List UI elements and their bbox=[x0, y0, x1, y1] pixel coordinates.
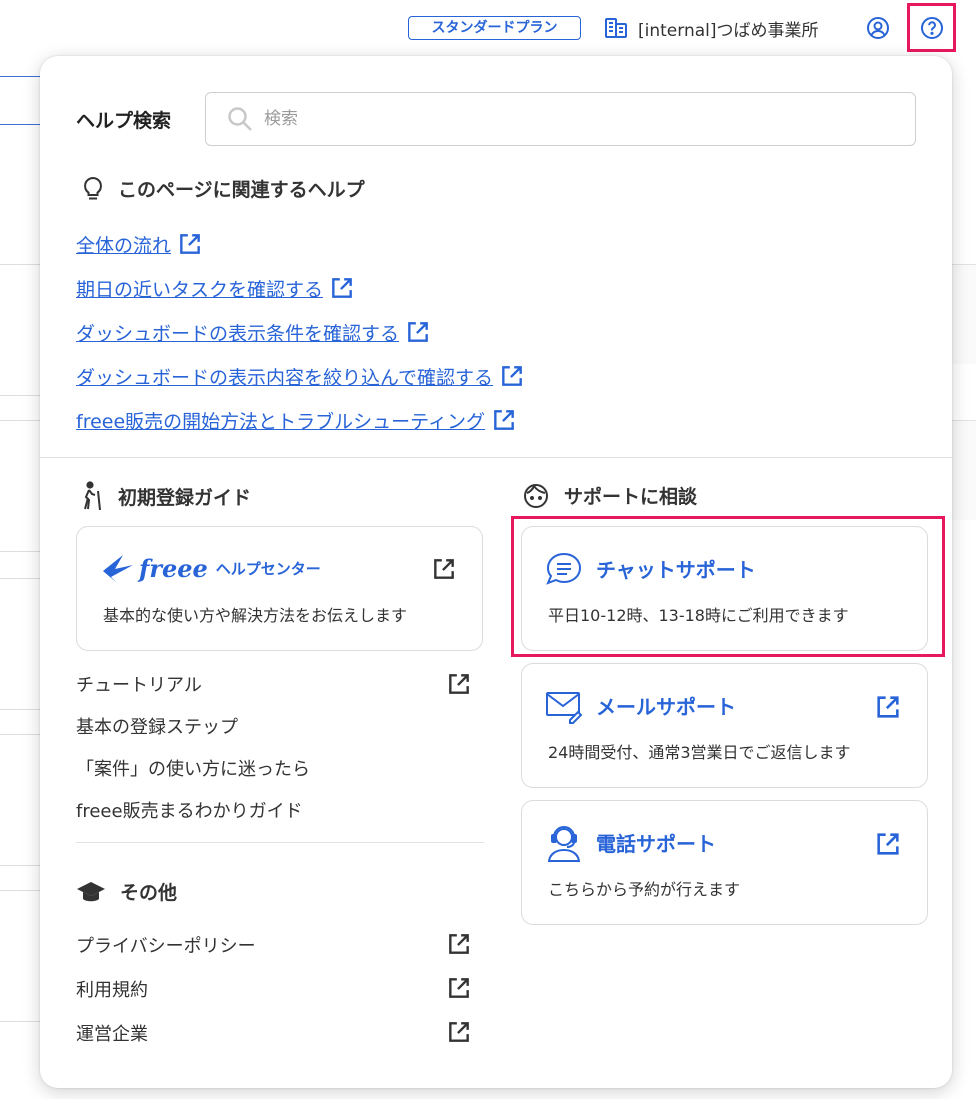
related-link[interactable]: freee販売の開始方法とトラブルシューティング bbox=[76, 407, 485, 434]
phone-support-title: 電話サポート bbox=[596, 832, 716, 856]
other-item-label: プライバシーポリシー bbox=[76, 936, 256, 957]
background-card bbox=[0, 890, 44, 1022]
mail-support-title: メールサポート bbox=[596, 695, 736, 719]
mail-pen-icon bbox=[546, 692, 583, 724]
related-link-item[interactable]: ダッシュボードの表示条件を確認する bbox=[76, 310, 525, 354]
guide-item-label: チュートリアル bbox=[76, 675, 202, 696]
plan-badge: スタンダードプラン bbox=[408, 16, 581, 40]
related-help-heading: このページに関連するヘルプ bbox=[82, 175, 365, 202]
external-link-icon bbox=[449, 1022, 469, 1042]
search-icon bbox=[228, 107, 252, 131]
related-link[interactable]: ダッシュボードの表示内容を絞り込んで確認する bbox=[76, 363, 493, 390]
chat-support-card[interactable]: チャットサポート 平日10-12時、13-18時にご利用できます bbox=[521, 526, 928, 651]
related-link-item[interactable]: 全体の流れ bbox=[76, 222, 525, 266]
related-link[interactable]: 全体の流れ bbox=[76, 231, 171, 258]
help-search-row: ヘルプ検索 bbox=[76, 92, 916, 146]
related-link[interactable]: ダッシュボードの表示条件を確認する bbox=[76, 319, 399, 346]
help-popover: ヘルプ検索 このページに関連するヘルプ 全体の流れ 期日の近いタスクを確認する … bbox=[40, 56, 952, 1088]
related-link-item[interactable]: ダッシュボードの表示内容を絞り込んで確認する bbox=[76, 354, 525, 398]
external-link-icon bbox=[434, 559, 454, 579]
guide-item-label: freee販売まるわかりガイド bbox=[76, 801, 303, 822]
related-link-item[interactable]: 期日の近いタスクを確認する bbox=[76, 266, 525, 310]
external-link-icon bbox=[494, 410, 514, 430]
guide-item-cases[interactable]: 「案件」の使い方に迷ったら bbox=[76, 747, 472, 789]
other-heading: その他 bbox=[76, 878, 177, 905]
external-link-icon bbox=[877, 833, 899, 855]
account-icon[interactable] bbox=[866, 16, 890, 40]
help-button[interactable] bbox=[907, 3, 956, 52]
freee-helpcenter-logo: freee ヘルプセンター bbox=[101, 551, 321, 585]
help-center-card[interactable]: freee ヘルプセンター 基本的な使い方や解決方法をお伝えします bbox=[76, 526, 483, 651]
external-link-icon bbox=[408, 322, 428, 342]
support-title: サポートに相談 bbox=[564, 485, 698, 508]
guide-item-label: 「案件」の使い方に迷ったら bbox=[76, 759, 310, 780]
background-card bbox=[0, 734, 44, 866]
other-item-label: 利用規約 bbox=[76, 980, 148, 1001]
external-link-icon bbox=[449, 674, 469, 694]
other-item-label: 運営企業 bbox=[76, 1024, 148, 1045]
helpcenter-label: ヘルプセンター bbox=[215, 559, 321, 578]
headset-operator-icon bbox=[547, 826, 581, 862]
help-search-box[interactable] bbox=[205, 92, 916, 146]
related-link[interactable]: 期日の近いタスクを確認する bbox=[76, 275, 323, 302]
hiking-person-icon bbox=[84, 481, 101, 511]
help-search-label: ヘルプ検索 bbox=[76, 109, 172, 132]
background-card bbox=[0, 264, 44, 396]
related-link-item[interactable]: freee販売の開始方法とトラブルシューティング bbox=[76, 398, 525, 442]
external-link-icon bbox=[332, 278, 352, 298]
help-search-input[interactable] bbox=[264, 109, 915, 129]
external-link-icon bbox=[877, 696, 899, 718]
support-heading: サポートに相談 bbox=[522, 481, 697, 509]
lightbulb-icon bbox=[84, 176, 102, 199]
top-bar: スタンダードプラン [internal]つばめ事業所 bbox=[0, 0, 976, 56]
guide-title: 初期登録ガイド bbox=[118, 486, 252, 509]
phone-support-desc: こちらから予約が行えます bbox=[548, 880, 741, 899]
related-help-links: 全体の流れ 期日の近いタスクを確認する ダッシュボードの表示条件を確認する ダッ… bbox=[76, 222, 525, 442]
background-card bbox=[0, 420, 44, 552]
related-help-title: このページに関連するヘルプ bbox=[118, 179, 365, 201]
other-item-terms[interactable]: 利用規約 bbox=[76, 967, 472, 1011]
guide-item-tutorial[interactable]: チュートリアル bbox=[76, 663, 472, 705]
other-item-company[interactable]: 運営企業 bbox=[76, 1011, 472, 1055]
external-link-icon bbox=[502, 366, 522, 386]
guide-item-label: 基本の登録ステップ bbox=[76, 717, 238, 738]
guide-divider bbox=[76, 842, 484, 843]
other-list: プライバシーポリシー 利用規約 運営企業 bbox=[76, 923, 472, 1055]
support-person-icon bbox=[524, 483, 548, 508]
external-link-icon bbox=[449, 978, 469, 998]
swallow-logo-icon bbox=[103, 555, 133, 583]
building-icon bbox=[605, 18, 627, 38]
background-divider bbox=[0, 124, 40, 125]
question-circle-icon bbox=[920, 16, 943, 39]
graduation-cap-icon bbox=[77, 881, 105, 901]
guide-item-steps[interactable]: 基本の登録ステップ bbox=[76, 705, 472, 747]
external-link-icon bbox=[449, 934, 469, 954]
guide-list: チュートリアル 基本の登録ステップ 「案件」の使い方に迷ったら freee販売ま… bbox=[76, 663, 472, 831]
section-divider bbox=[40, 457, 952, 458]
external-link-icon bbox=[180, 234, 200, 254]
chat-support-title: チャットサポート bbox=[596, 558, 756, 582]
guide-item-overview[interactable]: freee販売まるわかりガイド bbox=[76, 789, 472, 831]
other-item-privacy[interactable]: プライバシーポリシー bbox=[76, 923, 472, 967]
mail-support-desc: 24時間受付、通常3営業日でご返信します bbox=[548, 743, 851, 762]
background-divider bbox=[0, 76, 40, 77]
other-title: その他 bbox=[120, 882, 178, 904]
chat-support-desc: 平日10-12時、13-18時にご利用できます bbox=[548, 606, 849, 625]
helpcenter-desc: 基本的な使い方や解決方法をお伝えします bbox=[103, 606, 408, 625]
mail-support-card[interactable]: メールサポート 24時間受付、通常3営業日でご返信します bbox=[521, 663, 928, 788]
office-switcher[interactable]: [internal]つばめ事業所 bbox=[604, 16, 819, 41]
guide-heading: 初期登録ガイド bbox=[78, 481, 251, 511]
freee-brand: freee bbox=[139, 553, 208, 583]
chat-bubble-icon bbox=[546, 552, 582, 585]
background-card bbox=[0, 578, 44, 710]
office-name: [internal]つばめ事業所 bbox=[638, 20, 819, 41]
phone-support-card[interactable]: 電話サポート こちらから予約が行えます bbox=[521, 800, 928, 925]
